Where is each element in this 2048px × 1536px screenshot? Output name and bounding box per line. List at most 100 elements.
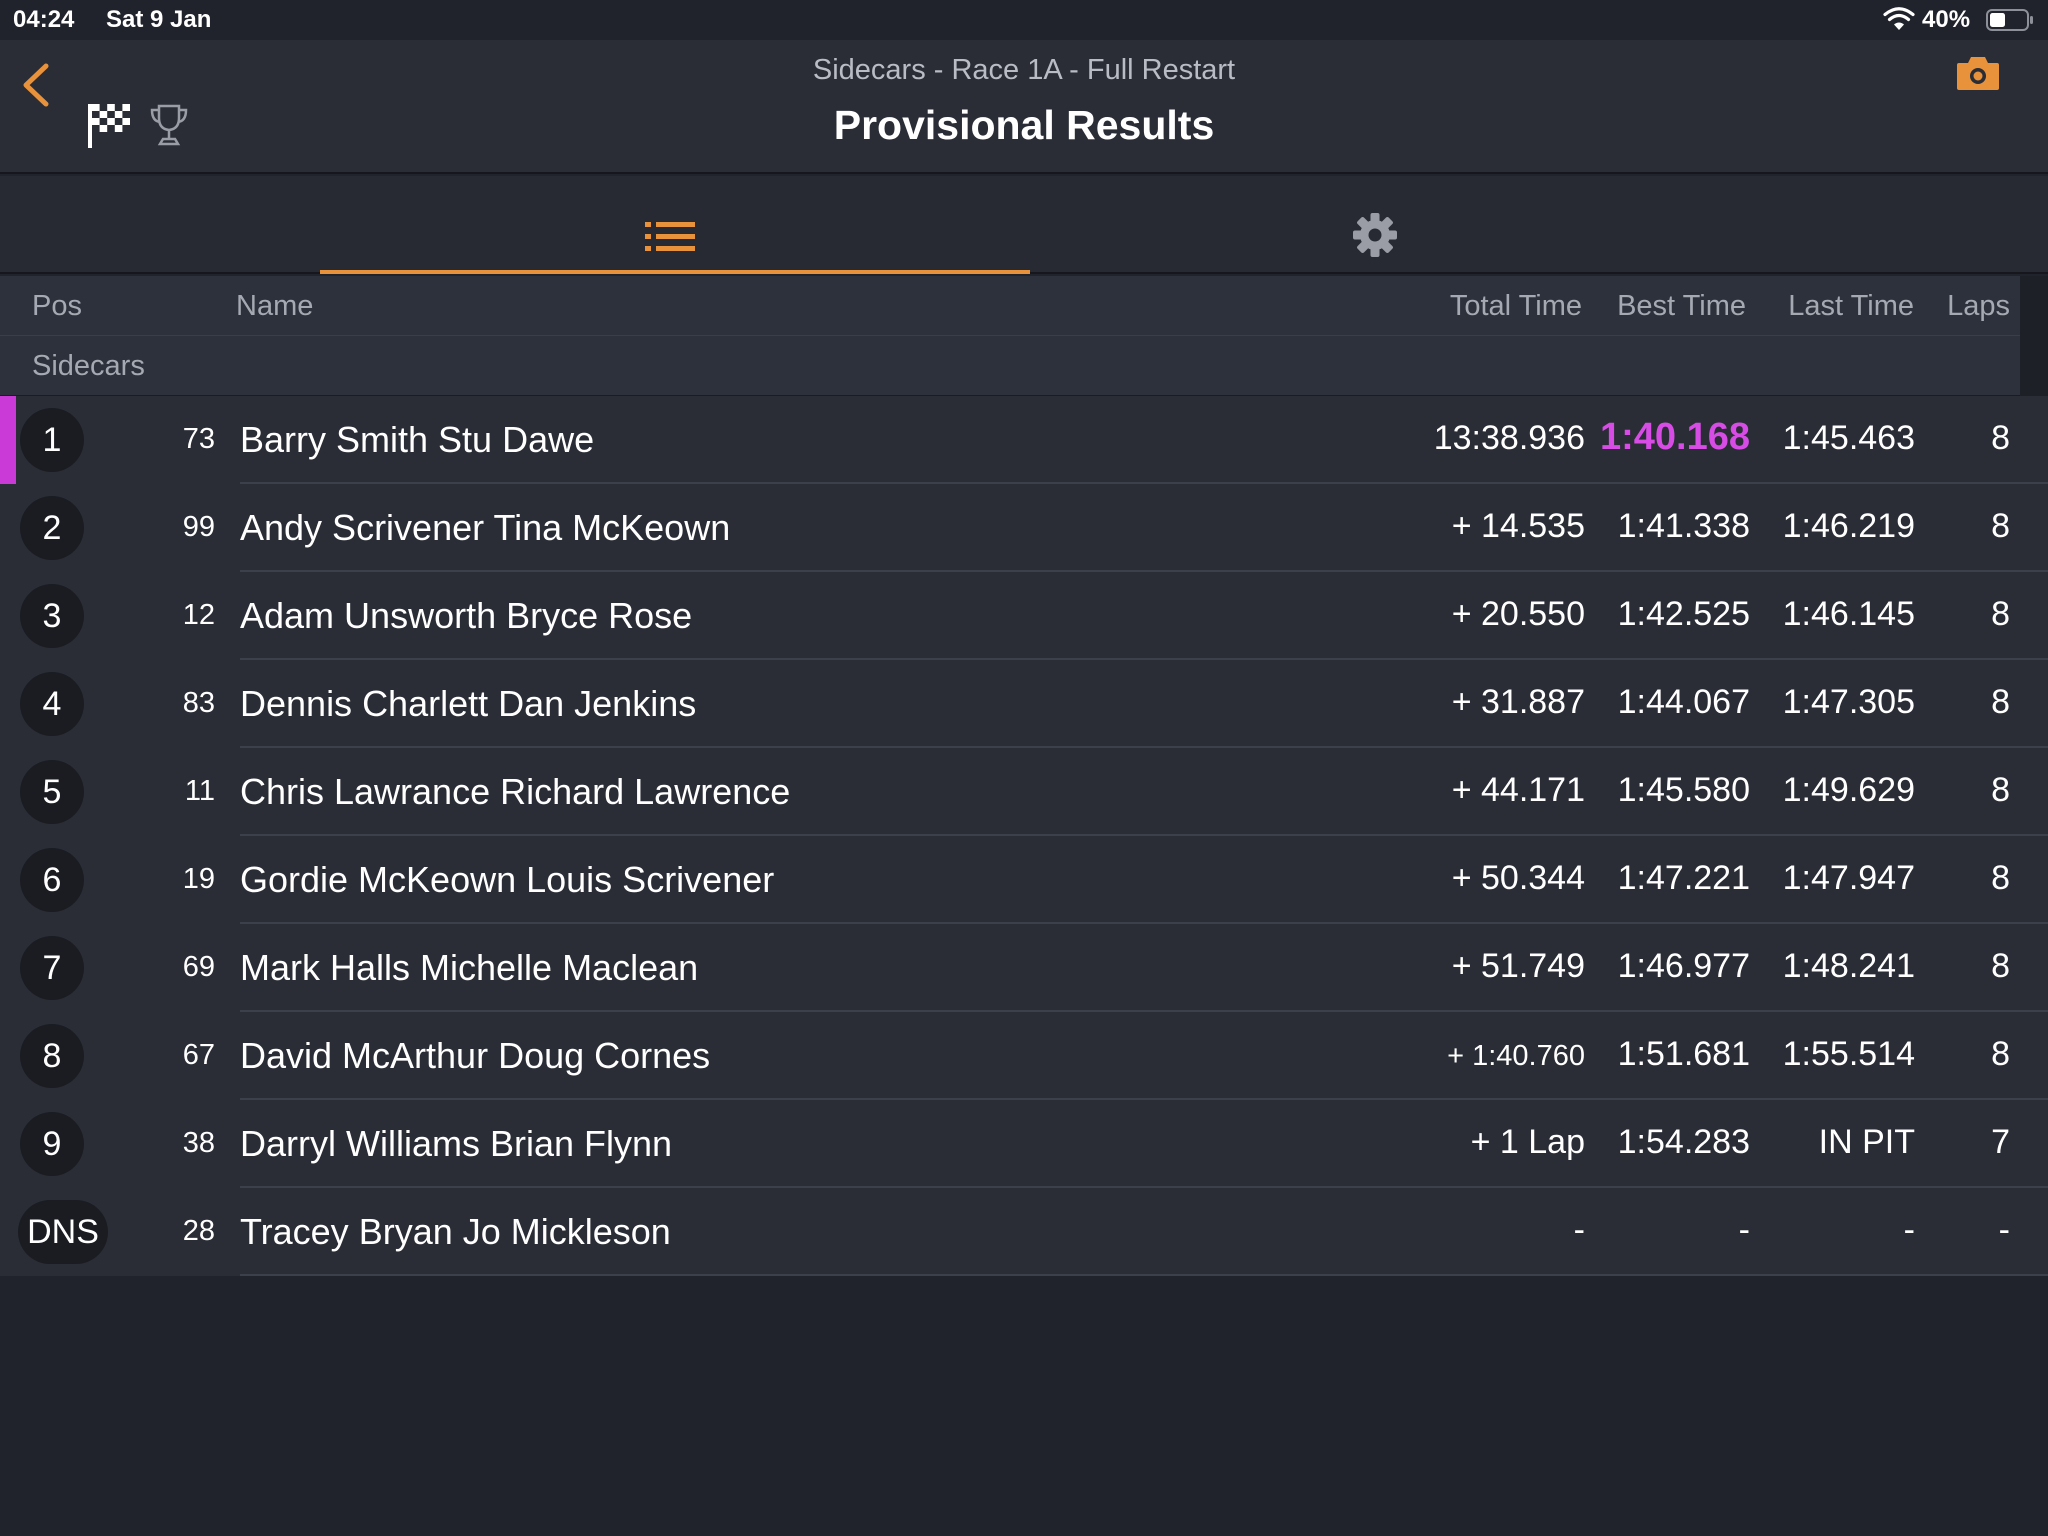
position-badge: 5 [20,760,84,824]
position-badge: 1 [20,408,84,472]
row-divider [240,1274,2048,1276]
laps: 8 [1991,595,2010,633]
last-time: 1:49.629 [1782,771,1915,809]
best-time: 1:46.977 [1617,947,1750,985]
laps: 8 [1991,1035,2010,1073]
race-number: 69 [182,951,215,983]
best-time: 1:42.525 [1617,595,1750,633]
best-time: 1:44.067 [1617,683,1750,721]
battery-percentage: 40% [1922,6,1971,33]
laps: 8 [1991,419,2010,457]
last-time: 1:55.514 [1782,1035,1915,1073]
best-time: 1:45.580 [1617,771,1750,809]
col-last-time: Last Time [1788,290,1914,322]
position-badge: 4 [20,672,84,736]
status-bar: 04:24 Sat 9 Jan 40% [0,0,2048,40]
position-badge: 3 [20,584,84,648]
position-badge: 9 [20,1112,84,1176]
competitor-name: Tracey Bryan Jo Mickleson [240,1211,671,1252]
competitor-name: Adam Unsworth Bryce Rose [240,595,693,636]
table-row[interactable]: 4 83 Dennis Charlett Dan Jenkins + 31.88… [0,660,2048,748]
list-icon [645,222,695,251]
scrollbar[interactable] [2020,276,2048,396]
laps: - [1998,1211,2010,1249]
page-title: Provisional Results [833,102,1215,148]
last-time: IN PIT [1818,1123,1915,1161]
competitor-name: Mark Halls Michelle Maclean [240,947,699,988]
last-time: 1:45.463 [1782,419,1915,457]
laps: 8 [1991,859,2010,897]
race-number: 12 [182,599,215,631]
competitor-name: Andy Scrivener Tina McKeown [240,507,731,548]
gear-icon [1353,213,1397,257]
race-number: 19 [182,863,215,895]
class-group-header: Sidecars [0,336,2020,396]
table-row[interactable]: DNS 28 Tracey Bryan Jo Mickleson - - - - [0,1188,2048,1276]
competitor-name: Gordie McKeown Louis Scrivener [240,859,775,900]
laps: 8 [1991,507,2010,545]
table-row[interactable]: 5 11 Chris Lawrance Richard Lawrence + 4… [0,748,2048,836]
total-time: 13:38.936 [1433,419,1585,457]
competitor-name: Dennis Charlett Dan Jenkins [240,683,697,724]
race-number: 67 [182,1039,215,1071]
position-badge: 8 [20,1024,84,1088]
results-list: 1 73 Barry Smith Stu Dawe 13:38.936 1:40… [0,396,2048,1276]
table-row[interactable]: 6 19 Gordie McKeown Louis Scrivener + 50… [0,836,2048,924]
position-badge: 7 [20,936,84,1000]
total-time: + 44.171 [1451,771,1585,809]
tab-results-list[interactable] [320,176,1030,274]
race-number: 73 [182,423,215,455]
last-time: 1:48.241 [1782,947,1915,985]
table-row[interactable]: 3 12 Adam Unsworth Bryce Rose + 20.550 1… [0,572,2048,660]
last-time: 1:46.145 [1782,595,1915,633]
last-time: 1:47.947 [1782,859,1915,897]
position-badge: 2 [20,496,84,560]
race-subtitle: Sidecars - Race 1A - Full Restart [812,54,1236,86]
header-bar: Sidecars - Race 1A - Full Restart Provis… [0,40,2048,174]
total-time: + 31.887 [1451,683,1585,721]
laps: 8 [1991,683,2010,721]
best-time: - [1738,1211,1750,1249]
total-time: + 1 Lap [1470,1123,1585,1161]
competitor-name: David McArthur Doug Cornes [240,1035,711,1076]
col-best-time: Best Time [1617,290,1746,322]
table-header: Pos Name Total Time Best Time Last Time … [0,276,2020,336]
status-date: Sat 9 Jan [106,6,212,33]
laps: 8 [1991,771,2010,809]
race-number: 38 [182,1127,215,1159]
table-row[interactable]: 9 38 Darryl Williams Brian Flynn + 1 Lap… [0,1100,2048,1188]
laps: 8 [1991,947,2010,985]
laps: 7 [1991,1123,2010,1161]
col-total-time: Total Time [1449,290,1582,322]
race-number: 99 [182,511,215,543]
position-badge: DNS [18,1200,108,1264]
total-time: - [1573,1211,1585,1249]
total-time: + 14.535 [1451,507,1585,545]
race-number: 11 [184,775,215,807]
table-row[interactable]: 1 73 Barry Smith Stu Dawe 13:38.936 1:40… [0,396,2048,484]
total-time: + 51.749 [1451,947,1585,985]
competitor-name: Chris Lawrance Richard Lawrence [240,771,791,812]
best-time: 1:51.681 [1617,1035,1750,1073]
table-row[interactable]: 2 99 Andy Scrivener Tina McKeown + 14.53… [0,484,2048,572]
table-row[interactable]: 7 69 Mark Halls Michelle Maclean + 51.74… [0,924,2048,1012]
last-time: 1:47.305 [1782,683,1915,721]
race-number: 83 [182,687,215,719]
tab-settings[interactable] [1030,176,1720,274]
competitor-name: Barry Smith Stu Dawe [240,419,595,460]
race-number: 28 [182,1215,215,1247]
col-laps: Laps [1947,290,2010,322]
wifi-icon [1883,7,1915,30]
competitor-name: Darryl Williams Brian Flynn [240,1123,673,1164]
tab-selected-indicator [320,270,1030,274]
best-time: 1:47.221 [1617,859,1750,897]
table-row[interactable]: 8 67 David McArthur Doug Cornes + 1:40.7… [0,1012,2048,1100]
view-tabs [0,176,2048,274]
battery-icon [1986,9,2033,31]
total-time: + 1:40.760 [1447,1040,1585,1072]
leader-marker [0,396,16,484]
col-pos: Pos [32,290,82,322]
camera-icon[interactable] [1955,54,2001,92]
position-badge: 6 [20,848,84,912]
best-time: 1:41.338 [1617,507,1750,545]
